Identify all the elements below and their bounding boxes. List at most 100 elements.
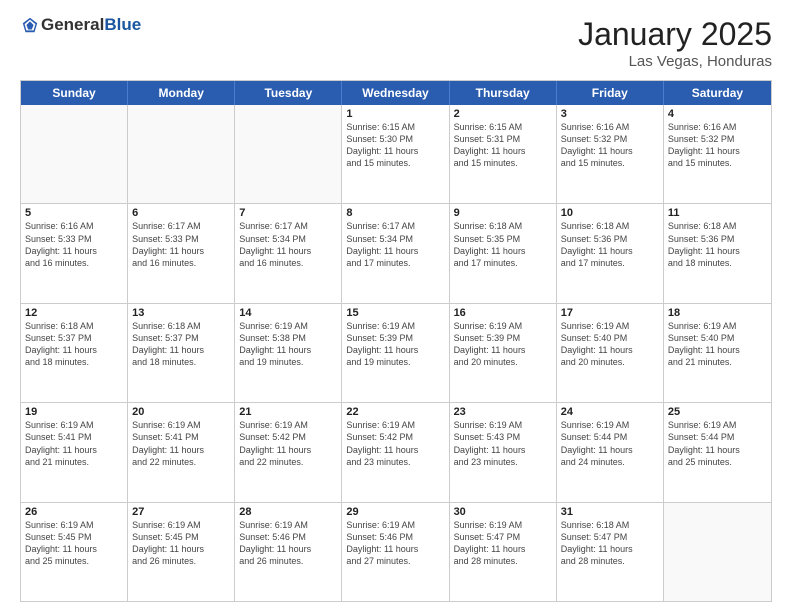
day-cell: 8Sunrise: 6:17 AMSunset: 5:34 PMDaylight… bbox=[342, 204, 449, 302]
calendar-row: 19Sunrise: 6:19 AMSunset: 5:41 PMDayligh… bbox=[21, 402, 771, 501]
day-info: Sunrise: 6:19 AMSunset: 5:40 PMDaylight:… bbox=[561, 320, 659, 369]
day-number: 3 bbox=[561, 108, 659, 120]
subtitle: Las Vegas, Honduras bbox=[578, 53, 772, 70]
day-number: 29 bbox=[346, 506, 444, 518]
day-cell: 5Sunrise: 6:16 AMSunset: 5:33 PMDaylight… bbox=[21, 204, 128, 302]
day-cell: 3Sunrise: 6:16 AMSunset: 5:32 PMDaylight… bbox=[557, 105, 664, 203]
logo: GeneralBlue bbox=[20, 16, 141, 35]
logo-general: General bbox=[41, 15, 104, 34]
day-number: 28 bbox=[239, 506, 337, 518]
day-info: Sunrise: 6:19 AMSunset: 5:47 PMDaylight:… bbox=[454, 519, 552, 568]
day-cell: 23Sunrise: 6:19 AMSunset: 5:43 PMDayligh… bbox=[450, 403, 557, 501]
day-number: 30 bbox=[454, 506, 552, 518]
day-number: 7 bbox=[239, 207, 337, 219]
day-number: 10 bbox=[561, 207, 659, 219]
day-cell: 12Sunrise: 6:18 AMSunset: 5:37 PMDayligh… bbox=[21, 304, 128, 402]
day-info: Sunrise: 6:15 AMSunset: 5:31 PMDaylight:… bbox=[454, 121, 552, 170]
calendar-row: 1Sunrise: 6:15 AMSunset: 5:30 PMDaylight… bbox=[21, 105, 771, 203]
weekday-header: Sunday bbox=[21, 81, 128, 105]
day-info: Sunrise: 6:19 AMSunset: 5:39 PMDaylight:… bbox=[346, 320, 444, 369]
day-number: 8 bbox=[346, 207, 444, 219]
day-info: Sunrise: 6:19 AMSunset: 5:43 PMDaylight:… bbox=[454, 419, 552, 468]
day-number: 4 bbox=[668, 108, 767, 120]
day-cell: 20Sunrise: 6:19 AMSunset: 5:41 PMDayligh… bbox=[128, 403, 235, 501]
day-cell: 1Sunrise: 6:15 AMSunset: 5:30 PMDaylight… bbox=[342, 105, 449, 203]
day-number: 26 bbox=[25, 506, 123, 518]
day-number: 12 bbox=[25, 307, 123, 319]
day-cell: 6Sunrise: 6:17 AMSunset: 5:33 PMDaylight… bbox=[128, 204, 235, 302]
day-info: Sunrise: 6:19 AMSunset: 5:42 PMDaylight:… bbox=[239, 419, 337, 468]
day-number: 21 bbox=[239, 406, 337, 418]
day-cell: 21Sunrise: 6:19 AMSunset: 5:42 PMDayligh… bbox=[235, 403, 342, 501]
day-info: Sunrise: 6:19 AMSunset: 5:41 PMDaylight:… bbox=[132, 419, 230, 468]
day-cell: 24Sunrise: 6:19 AMSunset: 5:44 PMDayligh… bbox=[557, 403, 664, 501]
day-info: Sunrise: 6:19 AMSunset: 5:45 PMDaylight:… bbox=[25, 519, 123, 568]
day-number: 1 bbox=[346, 108, 444, 120]
day-cell: 22Sunrise: 6:19 AMSunset: 5:42 PMDayligh… bbox=[342, 403, 449, 501]
title-block: January 2025 Las Vegas, Honduras bbox=[578, 16, 772, 70]
day-number: 14 bbox=[239, 307, 337, 319]
day-info: Sunrise: 6:16 AMSunset: 5:33 PMDaylight:… bbox=[25, 220, 123, 269]
day-cell: 29Sunrise: 6:19 AMSunset: 5:46 PMDayligh… bbox=[342, 503, 449, 601]
day-info: Sunrise: 6:19 AMSunset: 5:44 PMDaylight:… bbox=[561, 419, 659, 468]
calendar-row: 5Sunrise: 6:16 AMSunset: 5:33 PMDaylight… bbox=[21, 203, 771, 302]
day-number: 13 bbox=[132, 307, 230, 319]
day-info: Sunrise: 6:19 AMSunset: 5:44 PMDaylight:… bbox=[668, 419, 767, 468]
weekday-header: Wednesday bbox=[342, 81, 449, 105]
day-info: Sunrise: 6:19 AMSunset: 5:38 PMDaylight:… bbox=[239, 320, 337, 369]
day-info: Sunrise: 6:16 AMSunset: 5:32 PMDaylight:… bbox=[561, 121, 659, 170]
day-number: 6 bbox=[132, 207, 230, 219]
day-info: Sunrise: 6:19 AMSunset: 5:40 PMDaylight:… bbox=[668, 320, 767, 369]
day-number: 18 bbox=[668, 307, 767, 319]
day-cell: 27Sunrise: 6:19 AMSunset: 5:45 PMDayligh… bbox=[128, 503, 235, 601]
day-cell: 19Sunrise: 6:19 AMSunset: 5:41 PMDayligh… bbox=[21, 403, 128, 501]
day-cell: 13Sunrise: 6:18 AMSunset: 5:37 PMDayligh… bbox=[128, 304, 235, 402]
month-title: January 2025 bbox=[578, 16, 772, 53]
day-info: Sunrise: 6:19 AMSunset: 5:39 PMDaylight:… bbox=[454, 320, 552, 369]
logo-blue: Blue bbox=[104, 15, 141, 34]
weekday-header: Tuesday bbox=[235, 81, 342, 105]
day-info: Sunrise: 6:19 AMSunset: 5:45 PMDaylight:… bbox=[132, 519, 230, 568]
day-info: Sunrise: 6:18 AMSunset: 5:35 PMDaylight:… bbox=[454, 220, 552, 269]
day-cell: 17Sunrise: 6:19 AMSunset: 5:40 PMDayligh… bbox=[557, 304, 664, 402]
day-cell: 4Sunrise: 6:16 AMSunset: 5:32 PMDaylight… bbox=[664, 105, 771, 203]
day-cell: 10Sunrise: 6:18 AMSunset: 5:36 PMDayligh… bbox=[557, 204, 664, 302]
day-cell: 26Sunrise: 6:19 AMSunset: 5:45 PMDayligh… bbox=[21, 503, 128, 601]
day-cell: 30Sunrise: 6:19 AMSunset: 5:47 PMDayligh… bbox=[450, 503, 557, 601]
day-number: 27 bbox=[132, 506, 230, 518]
header: GeneralBlue January 2025 Las Vegas, Hond… bbox=[20, 16, 772, 70]
day-cell: 18Sunrise: 6:19 AMSunset: 5:40 PMDayligh… bbox=[664, 304, 771, 402]
day-number: 17 bbox=[561, 307, 659, 319]
weekday-header: Saturday bbox=[664, 81, 771, 105]
calendar-header: SundayMondayTuesdayWednesdayThursdayFrid… bbox=[21, 81, 771, 105]
day-cell: 15Sunrise: 6:19 AMSunset: 5:39 PMDayligh… bbox=[342, 304, 449, 402]
weekday-header: Monday bbox=[128, 81, 235, 105]
day-info: Sunrise: 6:19 AMSunset: 5:41 PMDaylight:… bbox=[25, 419, 123, 468]
day-info: Sunrise: 6:18 AMSunset: 5:47 PMDaylight:… bbox=[561, 519, 659, 568]
day-cell: 9Sunrise: 6:18 AMSunset: 5:35 PMDaylight… bbox=[450, 204, 557, 302]
page: GeneralBlue January 2025 Las Vegas, Hond… bbox=[0, 0, 792, 612]
logo-icon bbox=[21, 16, 39, 34]
day-info: Sunrise: 6:17 AMSunset: 5:33 PMDaylight:… bbox=[132, 220, 230, 269]
weekday-header: Friday bbox=[557, 81, 664, 105]
day-info: Sunrise: 6:17 AMSunset: 5:34 PMDaylight:… bbox=[239, 220, 337, 269]
day-info: Sunrise: 6:18 AMSunset: 5:37 PMDaylight:… bbox=[25, 320, 123, 369]
day-number: 16 bbox=[454, 307, 552, 319]
day-number: 19 bbox=[25, 406, 123, 418]
day-info: Sunrise: 6:18 AMSunset: 5:36 PMDaylight:… bbox=[668, 220, 767, 269]
calendar-row: 12Sunrise: 6:18 AMSunset: 5:37 PMDayligh… bbox=[21, 303, 771, 402]
day-number: 15 bbox=[346, 307, 444, 319]
day-cell: 25Sunrise: 6:19 AMSunset: 5:44 PMDayligh… bbox=[664, 403, 771, 501]
day-cell: 7Sunrise: 6:17 AMSunset: 5:34 PMDaylight… bbox=[235, 204, 342, 302]
day-cell: 16Sunrise: 6:19 AMSunset: 5:39 PMDayligh… bbox=[450, 304, 557, 402]
day-number: 11 bbox=[668, 207, 767, 219]
day-number: 24 bbox=[561, 406, 659, 418]
day-number: 2 bbox=[454, 108, 552, 120]
day-info: Sunrise: 6:19 AMSunset: 5:46 PMDaylight:… bbox=[346, 519, 444, 568]
calendar-body: 1Sunrise: 6:15 AMSunset: 5:30 PMDaylight… bbox=[21, 105, 771, 601]
day-cell: 14Sunrise: 6:19 AMSunset: 5:38 PMDayligh… bbox=[235, 304, 342, 402]
day-info: Sunrise: 6:15 AMSunset: 5:30 PMDaylight:… bbox=[346, 121, 444, 170]
day-number: 23 bbox=[454, 406, 552, 418]
day-info: Sunrise: 6:19 AMSunset: 5:46 PMDaylight:… bbox=[239, 519, 337, 568]
day-info: Sunrise: 6:18 AMSunset: 5:37 PMDaylight:… bbox=[132, 320, 230, 369]
